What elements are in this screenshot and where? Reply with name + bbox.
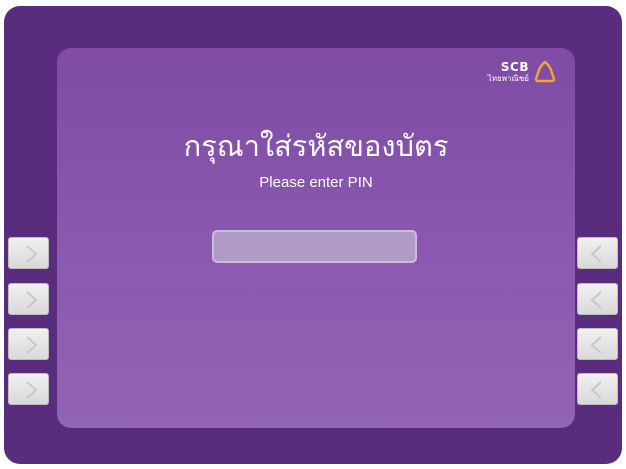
brand-name-thai: ไทยพาณิชย์ xyxy=(487,74,529,83)
arrow-left-icon xyxy=(590,381,602,399)
bell-logo-icon xyxy=(534,60,556,83)
arrow-left-icon xyxy=(590,336,602,354)
brand-text: SCB ไทยพาณิชย์ xyxy=(488,61,529,83)
arrow-right-icon xyxy=(26,291,38,309)
arrow-left-icon xyxy=(590,291,602,309)
right-function-button-2[interactable] xyxy=(577,283,618,315)
left-function-button-4[interactable] xyxy=(8,373,49,405)
left-function-button-3[interactable] xyxy=(8,328,49,360)
arrow-left-icon xyxy=(590,245,602,263)
arrow-right-icon xyxy=(26,336,38,354)
arrow-right-icon xyxy=(26,381,38,399)
right-function-button-4[interactable] xyxy=(577,373,618,405)
left-function-button-2[interactable] xyxy=(8,283,49,315)
atm-screen: SCB ไทยพาณิชย์ กรุณาใส่รหัสของบัตร Pleas… xyxy=(57,48,575,428)
left-function-button-1[interactable] xyxy=(8,237,49,269)
arrow-right-icon xyxy=(26,245,38,263)
brand: SCB ไทยพาณิชย์ xyxy=(488,60,557,84)
page-title-thai: กรุณาใส่รหัสของบัตร xyxy=(183,129,449,163)
right-function-button-3[interactable] xyxy=(577,328,618,360)
brand-name: SCB xyxy=(500,60,529,74)
pin-input[interactable] xyxy=(212,230,417,263)
right-function-button-1[interactable] xyxy=(577,237,618,269)
page-title-english: Please enter PIN xyxy=(259,174,373,191)
